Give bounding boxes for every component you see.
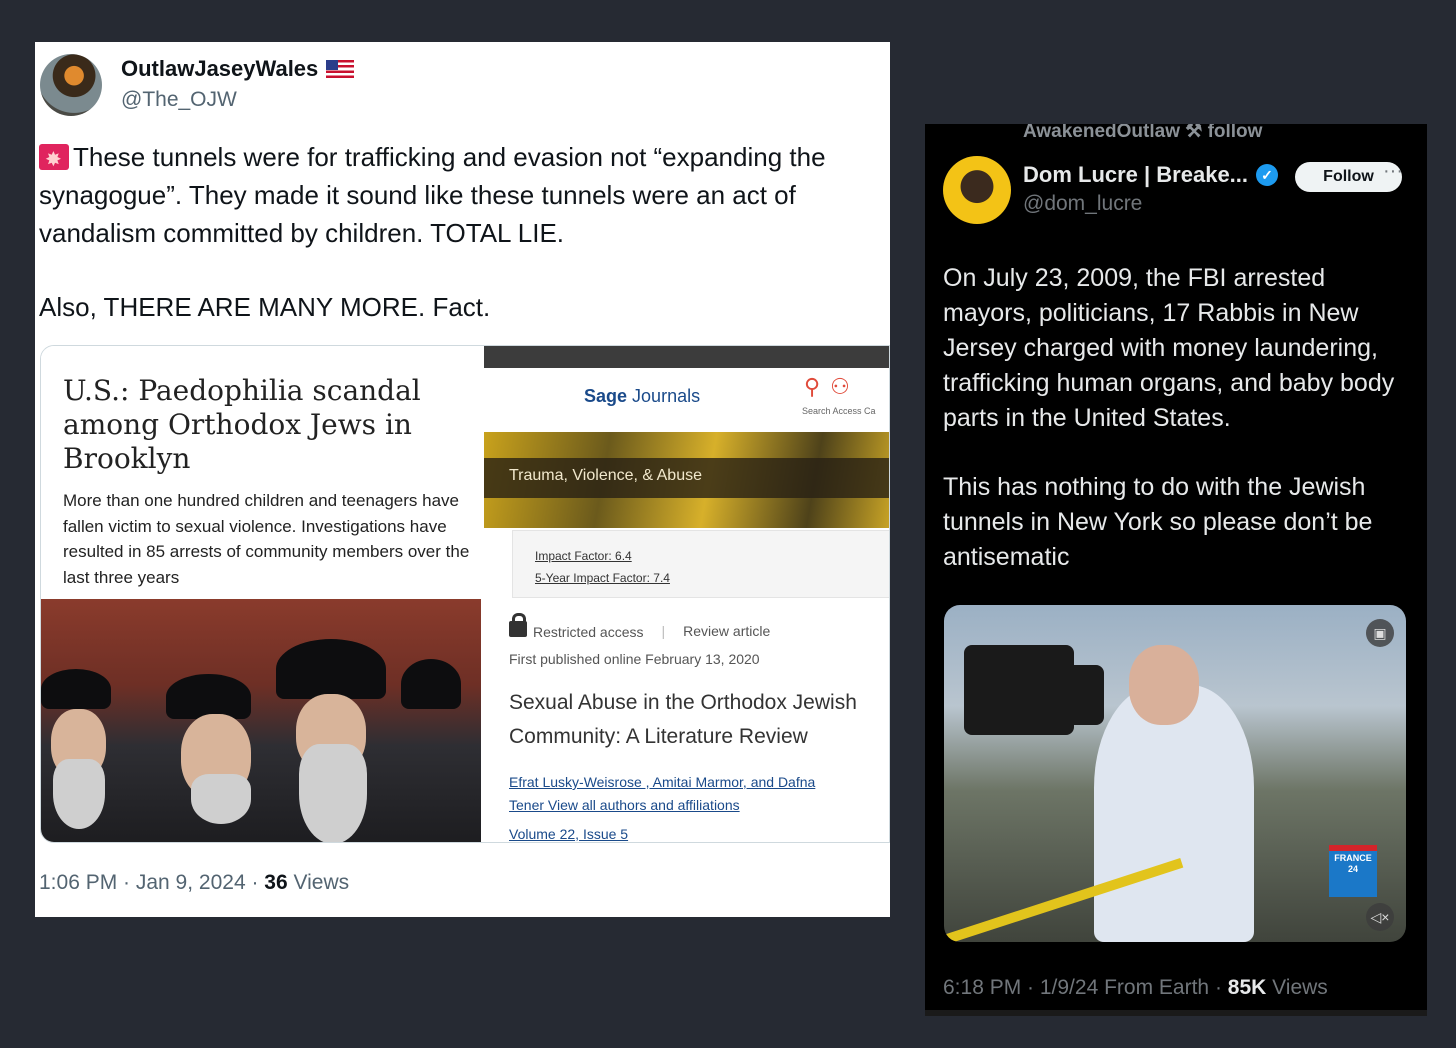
access-label: Restricted access: [533, 624, 644, 640]
lock-icon: [509, 613, 527, 637]
tweet-text: These tunnels were for trafficking and e…: [39, 138, 885, 362]
five-year-impact-factor: 5-Year Impact Factor: 7.4: [535, 571, 670, 585]
tweet-text: On July 23, 2009, the FBI arrested mayor…: [943, 261, 1413, 609]
captions-icon[interactable]: ▣: [1366, 619, 1394, 647]
more-icon[interactable]: ···: [1383, 160, 1403, 183]
author-name[interactable]: OutlawJaseyWales: [121, 56, 355, 82]
impact-factor-box: Impact Factor: 6.4 5-Year Impact Factor:…: [512, 530, 889, 598]
article-summary: More than one hundred children and teena…: [63, 491, 470, 587]
us-flag-icon: [326, 60, 355, 78]
left-tweet-card[interactable]: OutlawJaseyWales @The_OJW These tunnels …: [35, 42, 890, 917]
tweet-media[interactable]: U.S.: Paedophilia scandal among Orthodox…: [40, 345, 890, 843]
display-name[interactable]: Dom Lucre | Breake...: [1023, 162, 1248, 188]
article-title: Sexual Abuse in the Orthodox Jewish Comm…: [509, 691, 857, 748]
search-icon: ⚲⚇: [804, 374, 860, 399]
article-headline: U.S.: Paedophilia scandal among Orthodox…: [63, 374, 421, 475]
tweet-video[interactable]: ▣ FRANCE 24 ◁×: [944, 605, 1406, 942]
right-tweet-card[interactable]: AwakenedOutlaw ⚒ follow Dom Lucre | Brea…: [925, 124, 1427, 1016]
verified-badge-icon: ✓: [1256, 164, 1279, 186]
rotating-light-icon: [39, 141, 69, 179]
journal-article-image[interactable]: Sage Journals ⚲⚇ Search Access Ca Trauma…: [484, 346, 889, 842]
tweet-paragraph: Also, THERE ARE MANY MORE. Fact.: [39, 292, 491, 322]
toolbar-labels: Search Access Ca: [802, 406, 876, 416]
tweet-paragraph: On July 23, 2009, the FBI arrested mayor…: [943, 264, 1395, 432]
avatar[interactable]: [40, 54, 102, 116]
tweet-paragraph: This has nothing to do with the Jewish t…: [943, 473, 1373, 571]
impact-factor: Impact Factor: 6.4: [535, 549, 632, 563]
news-article-image[interactable]: U.S.: Paedophilia scandal among Orthodox…: [41, 346, 484, 842]
channel-logo: FRANCE 24: [1329, 845, 1377, 897]
views-count: 36: [264, 871, 288, 894]
browser-bar: [484, 346, 889, 368]
display-name[interactable]: OutlawJaseyWales: [121, 56, 318, 82]
journal-name: Trauma, Violence, & Abuse: [484, 458, 889, 498]
published-date: First published online February 13, 2020: [509, 651, 760, 667]
article-type: Review article: [683, 622, 771, 639]
author-handle[interactable]: @dom_lucre: [1023, 192, 1142, 216]
author-name[interactable]: Dom Lucre | Breake... ✓: [1023, 162, 1279, 188]
person-head: [1129, 645, 1199, 725]
tweet-paragraph: These tunnels were for trafficking and e…: [39, 142, 826, 248]
article-volume: Volume 22, Issue 5: [509, 826, 629, 842]
avatar[interactable]: [943, 156, 1011, 224]
crowd-photo: [41, 599, 481, 842]
mute-icon[interactable]: ◁×: [1366, 903, 1394, 931]
views-count: 85K: [1227, 976, 1267, 999]
tweet-timestamp[interactable]: 1:06 PM · Jan 9, 2024 · 36 Views: [39, 871, 349, 895]
repost-header[interactable]: AwakenedOutlaw ⚒ follow: [1023, 124, 1262, 143]
publisher-logo: Sage Journals: [584, 386, 701, 406]
article-authors: Efrat Lusky-Weisrose , Amitai Marmor, an…: [509, 774, 816, 813]
tweet-timestamp[interactable]: 6:18 PM · 1/9/24 From Earth · 85K Views: [943, 976, 1328, 1000]
author-handle[interactable]: @The_OJW: [121, 88, 237, 112]
journal-banner: Trauma, Violence, & Abuse: [484, 432, 889, 528]
camera-shape: [1044, 665, 1104, 725]
card-divider: [925, 1010, 1427, 1016]
access-row: Restricted access | Review article: [509, 613, 771, 640]
